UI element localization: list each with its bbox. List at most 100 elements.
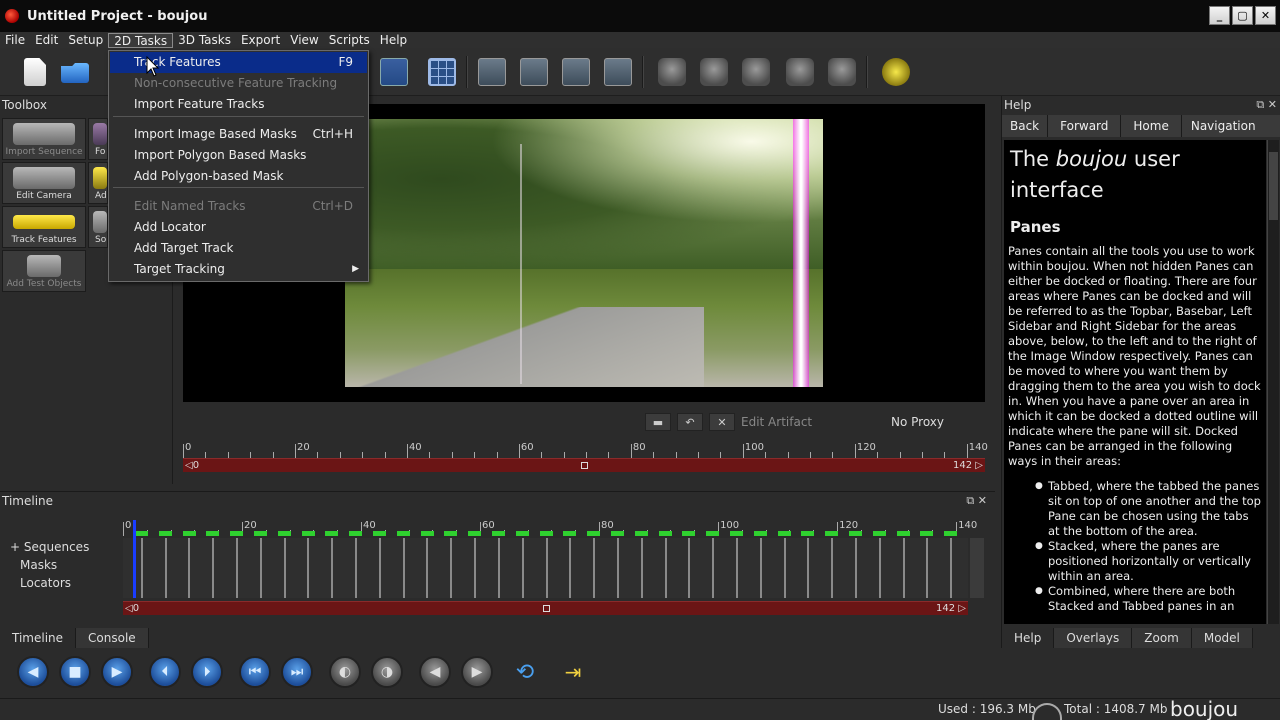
menu-item-import-polygon-based-masks[interactable]: Import Polygon Based Masks	[110, 145, 367, 166]
go-to-start-icon[interactable]: ⏮	[239, 656, 271, 688]
playhead[interactable]	[133, 520, 136, 598]
open-project-icon[interactable]	[61, 63, 89, 83]
tree-item-sequences[interactable]: + Sequences	[10, 538, 120, 556]
single-image-icon[interactable]	[478, 58, 506, 86]
snapshot-icon[interactable]: ▬	[645, 413, 671, 431]
new-project-icon[interactable]	[24, 58, 46, 86]
menu-item-import-image-based-masks[interactable]: Import Image Based Masks Ctrl+H	[110, 124, 367, 145]
timeline-scrollbar[interactable]	[970, 538, 984, 598]
range-start-label: 0	[192, 460, 200, 471]
tab-help[interactable]: Help	[1002, 628, 1055, 648]
range-handle[interactable]	[543, 605, 550, 612]
menu-item-add-locator[interactable]: Add Locator	[110, 217, 367, 238]
frame-selection-icon[interactable]	[828, 58, 856, 86]
video-frame	[345, 119, 823, 387]
maximize-button[interactable]: ▢	[1232, 6, 1253, 25]
tracked-frame-mark	[848, 531, 863, 536]
help-content[interactable]: The boujou user interface Panes Panes co…	[1004, 140, 1266, 624]
image-window-toolbar: ▬ ↶ ✕ Edit Artifact No Proxy	[645, 412, 985, 432]
menu-item-import-feature-tracks[interactable]: Import Feature Tracks	[110, 94, 367, 115]
loop-icon[interactable]: ⟲	[509, 656, 541, 688]
help-bullet: Stacked, where the panes are positioned …	[1008, 539, 1262, 584]
help-back-button[interactable]: Back	[1002, 115, 1049, 137]
ruler-label: 80	[632, 442, 646, 453]
timeline-range-bar[interactable]: ◁0 142 ▷	[123, 601, 968, 615]
artifact-tool-icon[interactable]: ✕	[709, 413, 735, 431]
step-forward-icon[interactable]: ⏵	[191, 656, 223, 688]
timeline-tracks[interactable]	[123, 520, 968, 598]
menu-setup[interactable]: Setup	[63, 32, 108, 48]
tab-model[interactable]: Model	[1191, 628, 1253, 648]
tracked-frame-mark	[420, 531, 434, 536]
quad-view-icon[interactable]	[604, 58, 632, 86]
menu-3d-tasks[interactable]: 3D Tasks	[173, 32, 236, 48]
prev-keyframe-icon[interactable]: ◐	[329, 656, 361, 688]
grid-view-icon[interactable]	[428, 58, 456, 86]
frame-range-bar[interactable]: ◁0 142 ▷	[183, 458, 985, 472]
add-test-objects-tool[interactable]: Add Test Objects	[2, 250, 86, 292]
menu-file[interactable]: File	[0, 32, 30, 48]
prev-marker-icon[interactable]: ◀	[419, 656, 451, 688]
step-back-icon[interactable]: ⏴	[149, 656, 181, 688]
help-bullet-list: Tabbed, where the tabbed the panes sit o…	[1008, 479, 1262, 614]
edit-camera-tool[interactable]: Edit Camera	[2, 162, 86, 204]
keyframe-line	[307, 538, 310, 598]
range-handle[interactable]	[581, 462, 588, 469]
keyframe-line	[402, 538, 405, 598]
frame-ruler[interactable]: 0 20 40 60 80 100 120 140	[183, 442, 988, 458]
tracked-frame-mark	[230, 531, 244, 536]
proxy-select[interactable]: No Proxy	[891, 415, 944, 429]
tab-overlays[interactable]: Overlays	[1054, 628, 1133, 648]
go-to-end-icon[interactable]: ⏭	[281, 656, 313, 688]
menu-help[interactable]: Help	[375, 32, 412, 48]
pane-float-close-icons[interactable]: ⧉ ✕	[1256, 96, 1277, 114]
menu-item-label: Edit Named Tracks	[134, 199, 246, 213]
tab-console[interactable]: Console	[76, 628, 149, 648]
pointer-tool-icon[interactable]	[742, 58, 770, 86]
orbit-tool-icon[interactable]	[786, 58, 814, 86]
split-view-icon[interactable]	[520, 58, 548, 86]
tab-zoom[interactable]: Zoom	[1132, 628, 1192, 648]
close-button[interactable]: ✕	[1255, 6, 1276, 25]
menu-item-add-polygon-based-mask[interactable]: Add Polygon-based Mask	[110, 166, 367, 187]
tracked-frame-mark	[825, 531, 839, 536]
menu-export[interactable]: Export	[236, 32, 285, 48]
help-forward-button[interactable]: Forward	[1048, 115, 1122, 137]
keyframe-line	[688, 538, 691, 598]
minimize-button[interactable]: _	[1209, 6, 1230, 25]
menu-view[interactable]: View	[285, 32, 323, 48]
menu-edit[interactable]: Edit	[30, 32, 63, 48]
wand-tool-icon[interactable]	[882, 58, 910, 86]
undo-icon[interactable]: ↶	[677, 413, 703, 431]
play-backward-icon[interactable]: ◀	[17, 656, 49, 688]
keyframe-line	[926, 538, 929, 598]
help-navigation-help-button[interactable]: Navigation Help	[1181, 115, 1280, 155]
add-icon	[93, 167, 107, 189]
stacked-view-icon[interactable]	[562, 58, 590, 86]
help-scrollbar[interactable]	[1267, 140, 1279, 624]
tree-item-locators[interactable]: Locators	[10, 574, 120, 592]
menu-item-add-target-track[interactable]: Add Target Track	[110, 238, 367, 259]
next-marker-icon[interactable]: ▶	[461, 656, 493, 688]
camera-path-icon[interactable]	[658, 58, 686, 86]
tree-item-masks[interactable]: Masks	[10, 556, 120, 574]
next-keyframe-icon[interactable]: ◑	[371, 656, 403, 688]
bounce-icon[interactable]: ⇥	[557, 656, 589, 688]
menu-scripts[interactable]: Scripts	[324, 32, 375, 48]
stop-icon[interactable]: ■	[59, 656, 91, 688]
pane-float-close-icons[interactable]: ⧉ ✕	[966, 494, 987, 508]
camera-view-icon[interactable]	[700, 58, 728, 86]
focus-tool[interactable]: Fo	[88, 118, 108, 160]
help-home-button[interactable]: Home	[1121, 115, 1182, 137]
menu-2d-tasks[interactable]: 2D Tasks	[108, 33, 174, 48]
track-features-tool[interactable]: Track Features	[2, 206, 86, 248]
boujou-app-icon[interactable]	[5, 9, 19, 23]
import-sequence-tool[interactable]: Import Sequence	[2, 118, 86, 160]
add-tool[interactable]: Ad	[88, 162, 108, 204]
solve-tool[interactable]: So	[88, 206, 108, 248]
play-forward-icon[interactable]: ▶	[101, 656, 133, 688]
menu-item-target-tracking[interactable]: Target Tracking ▶	[110, 259, 367, 280]
scroll-thumb[interactable]	[1269, 152, 1278, 220]
tab-timeline[interactable]: Timeline	[0, 628, 77, 648]
graph-view-icon[interactable]	[380, 58, 408, 86]
